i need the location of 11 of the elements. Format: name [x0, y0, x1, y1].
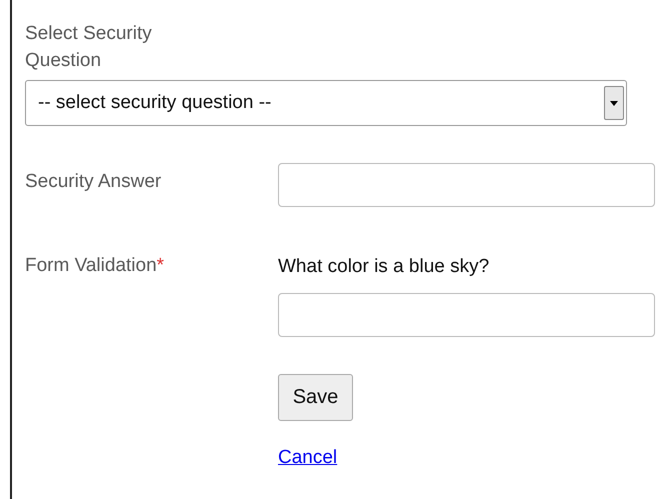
field-label: Select Security Question [25, 22, 153, 73]
security-answer-field[interactable] [278, 163, 655, 207]
caret-icon [610, 100, 618, 106]
save-button[interactable]: Save [278, 374, 353, 421]
security-question-dropdown[interactable]: -- select security question -- [25, 80, 627, 126]
field-label: Security Answer [25, 170, 162, 193]
validation-question: What color is a blue sky? [278, 255, 490, 279]
required-mark: * [156, 255, 164, 276]
cancel-link[interactable]: Cancel [278, 447, 338, 469]
field-label: Form Validation [25, 255, 157, 276]
answer-field[interactable] [278, 293, 655, 337]
